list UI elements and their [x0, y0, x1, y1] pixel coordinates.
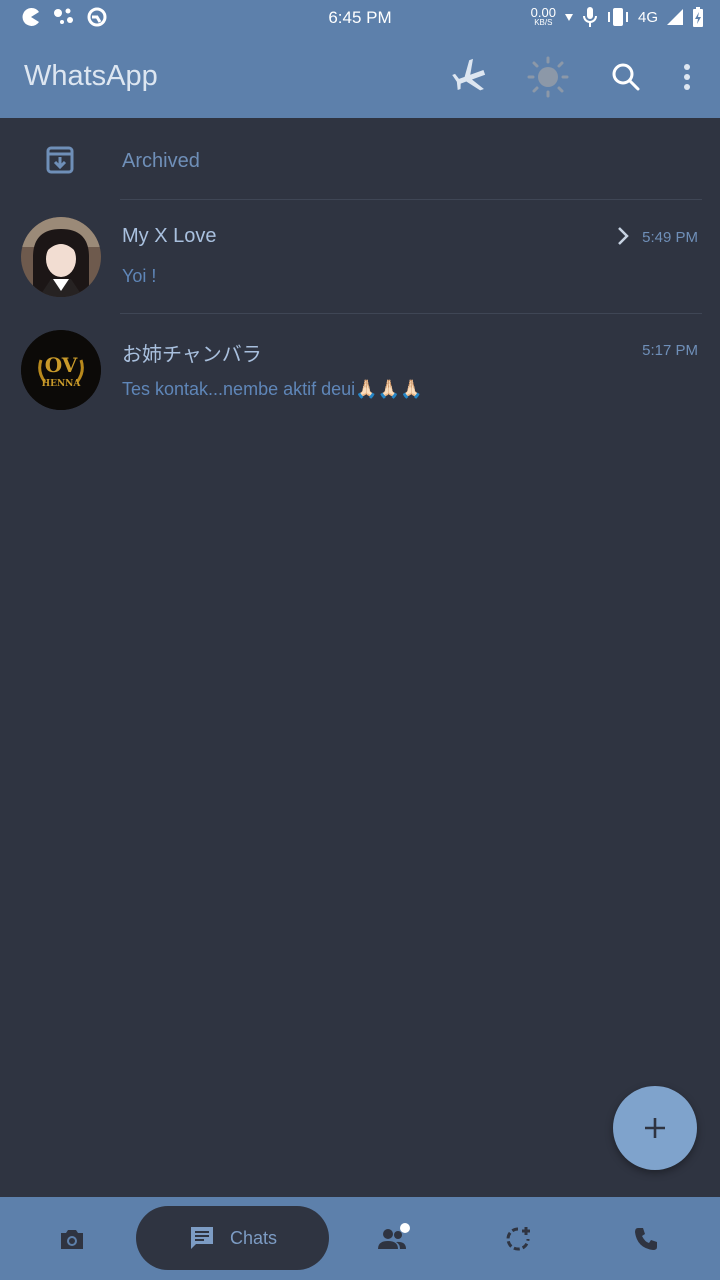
nav-calls[interactable]: [616, 1209, 676, 1269]
app-title: WhatsApp: [24, 60, 158, 92]
more-options-button[interactable]: [664, 54, 710, 100]
network-type: 4G: [637, 8, 658, 26]
vibrate-icon: [607, 8, 628, 26]
search-icon: [612, 63, 640, 91]
new-chat-fab[interactable]: [613, 1086, 697, 1170]
chat-item[interactable]: My X Love 5:49 PM Yoi !: [0, 200, 720, 313]
bottom-nav: Chats: [0, 1197, 720, 1280]
chevron-right-icon: [618, 227, 629, 245]
net-speed: 0.00 KB/S: [531, 6, 556, 27]
status-icons-right: 0.00 KB/S 4G: [531, 6, 704, 28]
app-bar: WhatsApp: [0, 36, 720, 118]
status-bar: 6:45 PM 0.00 KB/S 4G: [0, 0, 720, 36]
avatar[interactable]: [21, 217, 101, 297]
chat-message: Yoi !: [122, 266, 157, 286]
nav-camera[interactable]: [42, 1209, 102, 1269]
plus-icon: [645, 1118, 665, 1138]
chat-icon: [190, 1227, 213, 1249]
airplane-mode-button[interactable]: [447, 54, 493, 100]
notification-dot: [400, 1223, 410, 1233]
airplane-mode-icon: [452, 58, 486, 91]
archived-row[interactable]: Archived: [0, 118, 720, 200]
nav-status[interactable]: [488, 1209, 548, 1269]
chat-time: 5:49 PM: [642, 229, 698, 246]
nav-chats[interactable]: Chats: [136, 1206, 329, 1270]
chat-name: My X Love: [122, 225, 217, 247]
chat-item[interactable]: OV HENNA お姉チャンバラ 5:17 PM Tes kontak...ne…: [0, 313, 720, 426]
group-logo: OV HENNA: [21, 330, 101, 410]
nav-chats-label: Chats: [229, 1227, 278, 1248]
chat-time: 5:17 PM: [642, 342, 698, 359]
mic-icon: [582, 7, 597, 27]
phone-icon: [635, 1228, 657, 1250]
nav-groups[interactable]: [362, 1209, 422, 1269]
search-button[interactable]: [603, 54, 649, 100]
more-vert-icon: [684, 64, 690, 90]
signal-icon: [667, 9, 683, 25]
archive-icon: [46, 146, 74, 174]
archived-label: Archived: [122, 150, 200, 172]
chat-message: Tes kontak...nembe aktif deui🙏🏻🙏🏻🙏🏻: [122, 379, 423, 399]
contact-photo: [21, 217, 101, 297]
brightness-button[interactable]: [525, 54, 571, 100]
camera-icon: [61, 1230, 83, 1249]
net-speed-unit: KB/S: [534, 18, 553, 27]
avatar[interactable]: OV HENNA: [21, 330, 101, 410]
brightness-icon: [527, 56, 569, 98]
status-icon: [506, 1227, 530, 1251]
avatar-text-bottom: HENNA: [42, 379, 82, 389]
battery-charging-icon: [693, 7, 703, 27]
chat-name: お姉チャンバラ: [122, 344, 262, 366]
avatar-text-top: OV: [45, 353, 78, 377]
down-arrow-icon: [564, 14, 573, 21]
